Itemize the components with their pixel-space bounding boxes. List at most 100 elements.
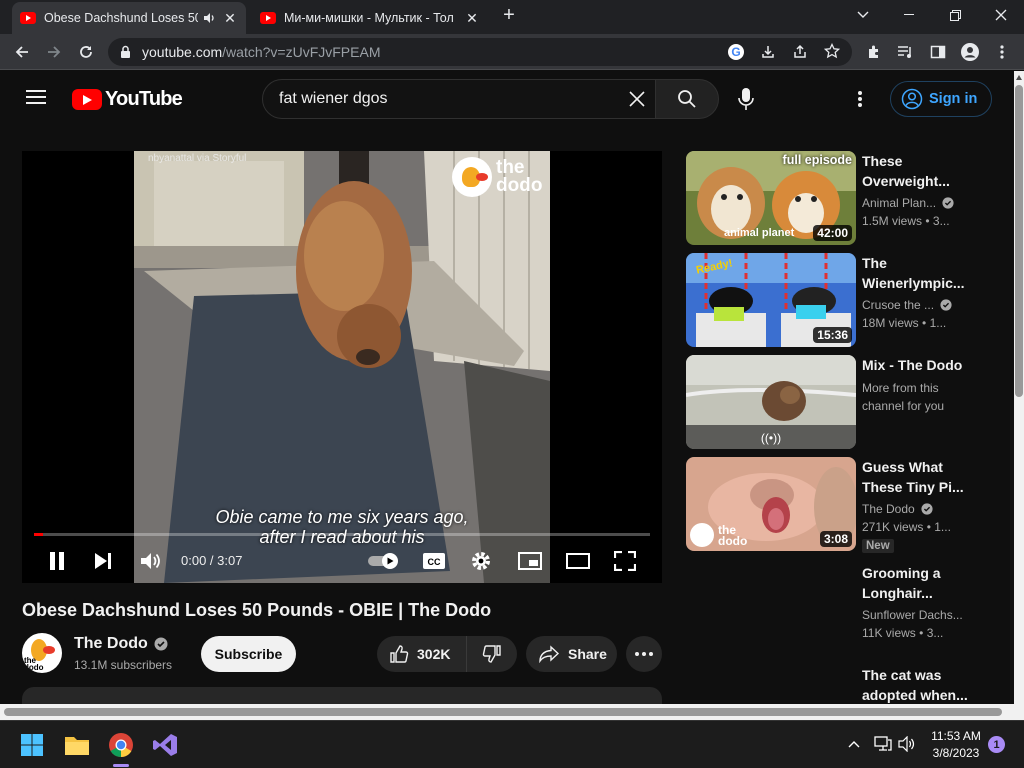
rec-title: Overweight... (862, 173, 950, 189)
scroll-up-arrow-icon[interactable] (1016, 75, 1022, 80)
install-icon[interactable] (760, 44, 776, 60)
search-input[interactable]: fat wiener dgos (262, 79, 656, 119)
rec-info[interactable]: The cat was adopted when... (862, 665, 1012, 704)
rec-thumbnail[interactable]: the dodo 3:08 (686, 457, 856, 551)
youtube-logo-text: YouTube (105, 88, 183, 110)
channel-name[interactable]: The Dodo (74, 635, 148, 653)
close-window-icon[interactable] (978, 0, 1024, 30)
rec-info[interactable]: Guess What These Tiny Pi... The Dodo 271… (862, 457, 1012, 554)
tab-title: Obese Dachshund Loses 50 P (44, 11, 198, 25)
fullscreen-icon[interactable] (614, 551, 636, 571)
media-control-icon[interactable] (894, 40, 918, 64)
caption-line: Obie came to me six years ago, (215, 507, 469, 527)
rec-channel: Crusoe the ... (862, 298, 935, 312)
youtube-favicon-icon (20, 12, 36, 24)
channel-row: the dodo The Dodo 13.1M subscribers Subs… (22, 633, 662, 677)
search-icon (677, 89, 697, 109)
yt-header: YouTube fat wiener dgos Sign in (0, 71, 1014, 127)
side-panel-icon[interactable] (926, 40, 950, 64)
settings-gear-icon[interactable] (470, 550, 492, 572)
settings-more-icon[interactable] (858, 90, 862, 108)
description-box[interactable] (22, 687, 662, 704)
tab-close-icon[interactable]: ✕ (222, 10, 238, 26)
voice-search-mic-icon[interactable] (738, 87, 754, 111)
rec-age: • 3... (919, 626, 944, 640)
address-bar[interactable]: youtube.com/watch?v=zUvFJvFPEAM G (108, 38, 852, 66)
dodo-watermark: the dodo (452, 157, 542, 197)
chrome-menu-icon[interactable] (990, 40, 1014, 64)
more-actions-button[interactable] (626, 636, 662, 672)
show-hidden-icons-chevron-icon[interactable] (848, 740, 860, 748)
google-icon[interactable]: G (728, 44, 744, 60)
progress-bar[interactable] (34, 533, 650, 536)
dodo-thumb-logo-icon (690, 523, 714, 547)
taskbar-speaker-icon[interactable] (898, 736, 916, 752)
rec-age: • 1... (926, 520, 951, 534)
new-tab-icon[interactable]: + (492, 0, 526, 30)
autoplay-toggle-icon[interactable] (366, 552, 402, 570)
pause-icon[interactable] (48, 551, 66, 571)
rec-views: 1.5M views (862, 214, 923, 228)
extensions-puzzle-icon[interactable] (862, 40, 886, 64)
horizontal-scroll-thumb[interactable] (4, 708, 1002, 716)
notification-count: 1 (993, 738, 1000, 751)
rec-info[interactable]: These Overweight... Animal Plan... 1.5M … (862, 151, 1012, 230)
windows-start-icon[interactable] (16, 729, 48, 761)
tab-close-icon[interactable]: ✕ (464, 10, 480, 26)
dislike-button[interactable] (467, 636, 517, 672)
hamburger-menu-icon[interactable] (26, 89, 46, 105)
minimize-icon[interactable] (886, 0, 932, 30)
thumb-caption: animal planet (724, 227, 795, 239)
tab-search-chevron-icon[interactable] (840, 0, 886, 30)
browser-toolbar: youtube.com/watch?v=zUvFJvFPEAM G (0, 34, 1024, 70)
rec-info[interactable]: Mix - The Dodo More from this channel fo… (862, 355, 1012, 415)
speaker-icon[interactable] (202, 11, 216, 25)
mix-live-icon: ((•)) (760, 431, 782, 445)
restore-icon[interactable] (932, 0, 978, 30)
rec-title: Mix - The Dodo (862, 357, 963, 373)
clear-search-icon[interactable] (629, 91, 645, 107)
duration-badge: 3:08 (819, 531, 852, 547)
search-button[interactable] (655, 79, 719, 119)
sign-in-button[interactable]: Sign in (890, 81, 992, 117)
clock[interactable]: 11:53 AM 3/8/2023 (926, 728, 986, 762)
video-player[interactable]: nbyanattal via Storyful the dodo Obie ca… (22, 151, 662, 583)
horizontal-scrollbar[interactable] (0, 704, 1024, 720)
rec-channel: channel for you (862, 399, 945, 413)
tab-youtube-dachshund[interactable]: Obese Dachshund Loses 50 P ✕ (12, 2, 246, 34)
rec-info[interactable]: Grooming a Longhair... Sunflower Dachs..… (862, 563, 1012, 642)
like-button[interactable]: 302K (377, 636, 467, 672)
theater-mode-icon[interactable] (566, 553, 590, 569)
bookmark-star-icon[interactable] (824, 43, 840, 59)
next-video-icon[interactable] (94, 551, 112, 571)
profile-icon[interactable] (958, 40, 982, 64)
rec-info[interactable]: The Wienerlympic... Crusoe the ... 18M v… (862, 253, 1012, 332)
forward-icon[interactable] (42, 40, 66, 64)
subtitles-cc-icon[interactable]: CC (422, 552, 446, 570)
rec-thumbnail[interactable]: full episode animal planet 42:00 (686, 151, 856, 245)
chrome-taskbar-icon[interactable] (105, 729, 137, 767)
svg-text:CC: CC (428, 557, 441, 567)
vertical-scroll-thumb[interactable] (1015, 85, 1023, 397)
rec-thumbnail[interactable]: Ready! 15:36 (686, 253, 856, 347)
vertical-scrollbar[interactable] (1014, 71, 1024, 704)
progress-bar-played (34, 533, 44, 536)
visual-studio-icon[interactable] (149, 729, 181, 761)
channel-avatar[interactable]: the dodo (22, 633, 62, 673)
share-button[interactable]: Share (526, 636, 617, 672)
volume-icon[interactable] (140, 551, 162, 571)
network-icon[interactable] (874, 736, 892, 752)
windows-taskbar: 11:53 AM 3/8/2023 1 (0, 720, 1024, 768)
miniplayer-icon[interactable] (518, 552, 542, 570)
rec-thumbnail-mix[interactable]: ((•)) (686, 355, 856, 449)
back-icon[interactable] (10, 40, 34, 64)
youtube-logo-icon (72, 89, 102, 110)
tab-mimimishki[interactable]: Ми-ми-мишки - Мультик - Тол ✕ (252, 2, 488, 34)
reload-icon[interactable] (74, 40, 98, 64)
share-page-icon[interactable] (792, 44, 808, 60)
subscribe-button[interactable]: Subscribe (201, 636, 296, 672)
file-explorer-icon[interactable] (61, 729, 93, 761)
lock-icon[interactable] (120, 45, 131, 59)
notification-badge[interactable]: 1 (988, 736, 1005, 753)
youtube-logo[interactable]: YouTube (72, 88, 183, 111)
